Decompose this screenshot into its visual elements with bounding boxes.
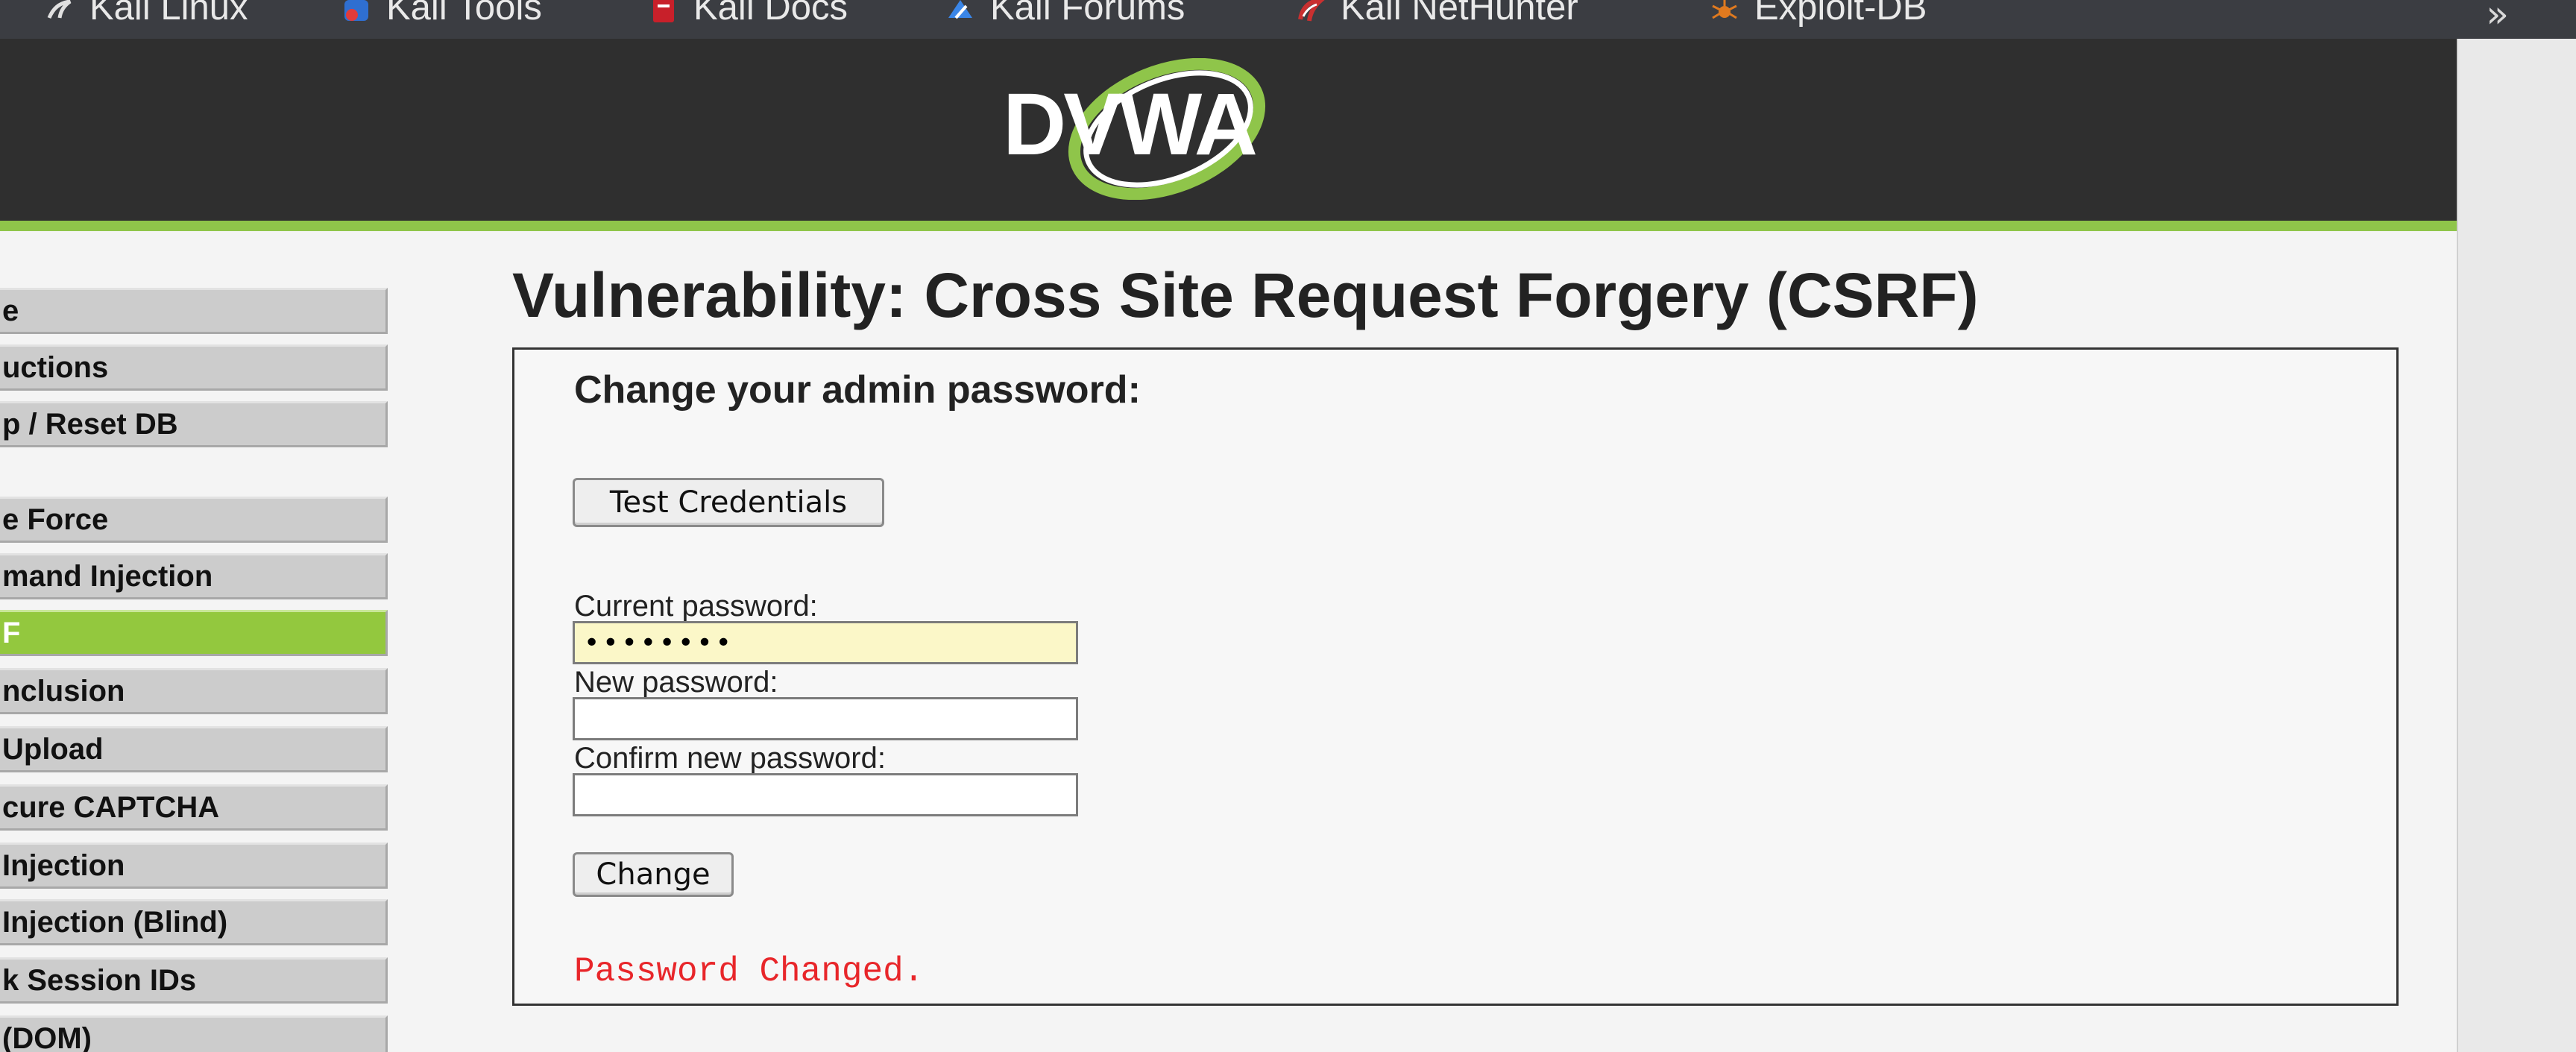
bookmark-kali-docs[interactable]: Kali Docs xyxy=(649,0,848,28)
bookmark-kali-linux[interactable]: Kali Linux xyxy=(45,0,248,28)
menu-item-label: p / Reset DB xyxy=(2,408,178,441)
menu-item-file-inclusion[interactable]: nclusion xyxy=(0,668,388,714)
menu-item-csrf[interactable]: F xyxy=(0,610,388,656)
logo-text: DVWA xyxy=(1003,75,1258,174)
bookmark-label: Kali Tools xyxy=(386,0,542,28)
bookmark-kali-nethunter[interactable]: Kali NetHunter xyxy=(1296,0,1578,28)
browser-viewport: Kali Linux Kali Tools Kali Docs Kali For… xyxy=(0,0,2576,1052)
change-password-button[interactable]: Change xyxy=(573,852,734,897)
kali-nethunter-icon xyxy=(1296,0,1326,22)
page-body: e uctions p / Reset DB e Force mand Inje… xyxy=(0,231,2457,1052)
menu-item-label: e Force xyxy=(2,503,109,536)
dvwa-logo[interactable]: DVWA xyxy=(995,58,1309,200)
menu-item-label: k Session IDs xyxy=(2,964,197,997)
menu-item-sql-injection-blind[interactable]: Injection (Blind) xyxy=(0,899,388,945)
menu-item-home[interactable]: e xyxy=(0,288,388,334)
form-heading: Change your admin password: xyxy=(574,368,1141,412)
menu-item-xss-dom[interactable]: (DOM) xyxy=(0,1015,388,1052)
header-accent-rule xyxy=(0,221,2457,231)
menu-item-file-upload[interactable]: Upload xyxy=(0,726,388,772)
menu-item-label: e xyxy=(2,295,19,327)
new-password-label: New password: xyxy=(574,666,778,699)
bookmark-kali-forums[interactable]: Kali Forums xyxy=(945,0,1185,28)
confirm-password-field[interactable] xyxy=(573,773,1078,816)
kali-dragon-icon xyxy=(45,0,75,22)
menu-item-label: cure CAPTCHA xyxy=(2,791,220,824)
menu-item-setup-reset-db[interactable]: p / Reset DB xyxy=(0,401,388,447)
kali-tools-icon xyxy=(341,0,371,22)
bookmarks-toolbar: Kali Linux Kali Tools Kali Docs Kali For… xyxy=(0,0,2576,40)
menu-item-instructions[interactable]: uctions xyxy=(0,344,388,391)
page-gutter xyxy=(2457,39,2576,1052)
bookmark-exploit-db[interactable]: Exploit-DB xyxy=(1710,0,1927,28)
menu-item-label: Injection xyxy=(2,849,125,882)
bookmarks-overflow-chevron-icon[interactable]: » xyxy=(2486,0,2509,36)
confirm-password-label: Confirm new password: xyxy=(574,742,886,775)
page-title: Vulnerability: Cross Site Request Forger… xyxy=(512,260,1979,330)
kali-docs-icon xyxy=(649,0,678,22)
menu-item-command-injection[interactable]: mand Injection xyxy=(0,553,388,599)
status-message: Password Changed. xyxy=(574,952,925,991)
menu-item-weak-session-ids[interactable]: k Session IDs xyxy=(0,957,388,1004)
bookmark-label: Kali Linux xyxy=(89,0,248,28)
bookmark-label: Kali Forums xyxy=(990,0,1185,28)
current-password-label: Current password: xyxy=(574,590,818,623)
kali-forums-icon xyxy=(945,0,975,22)
menu-item-brute-force[interactable]: e Force xyxy=(0,497,388,543)
bookmark-label: Exploit-DB xyxy=(1754,0,1927,28)
menu-item-label: F xyxy=(2,617,21,649)
menu-item-label: uctions xyxy=(2,351,109,384)
bookmark-kali-tools[interactable]: Kali Tools xyxy=(341,0,542,28)
menu-item-insecure-captcha[interactable]: cure CAPTCHA xyxy=(0,784,388,831)
menu-item-label: (DOM) xyxy=(2,1022,92,1052)
test-credentials-button[interactable]: Test Credentials xyxy=(573,478,884,527)
menu-item-sql-injection[interactable]: Injection xyxy=(0,842,388,889)
menu-item-label: Upload xyxy=(2,733,104,766)
menu-item-label: Injection (Blind) xyxy=(2,906,228,939)
new-password-field[interactable] xyxy=(573,697,1078,740)
csrf-form-panel: Change your admin password: Test Credent… xyxy=(512,347,2399,1006)
menu-item-label: mand Injection xyxy=(2,560,213,593)
current-password-field[interactable] xyxy=(573,621,1078,664)
bookmark-label: Kali NetHunter xyxy=(1341,0,1578,28)
exploit-db-icon xyxy=(1710,0,1739,22)
bookmark-label: Kali Docs xyxy=(693,0,848,28)
menu-item-label: nclusion xyxy=(2,675,125,708)
